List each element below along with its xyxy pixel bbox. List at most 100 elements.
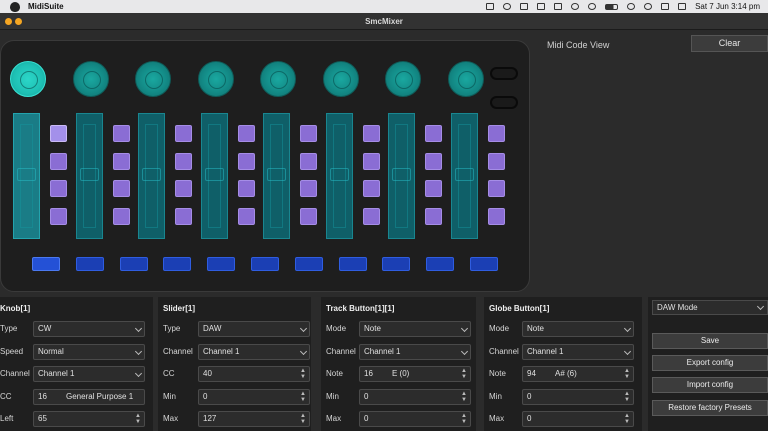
track-max-stepper[interactable]: 0 ▲ ▼ (359, 411, 471, 427)
globe-button-4[interactable] (163, 257, 192, 271)
knob-speed-select[interactable]: Normal (33, 344, 145, 360)
knob-2[interactable] (72, 61, 109, 97)
slider-1[interactable] (13, 113, 40, 239)
side-button-1[interactable] (490, 67, 518, 80)
note-icon[interactable] (503, 3, 512, 10)
knob-channel-select[interactable]: Channel 1 (33, 366, 145, 382)
restore-presets-button[interactable]: Restore factory Presets (652, 400, 768, 416)
knob-left-stepper[interactable]: 65 ▲ ▼ (33, 411, 145, 427)
slider-6[interactable] (325, 113, 353, 239)
slider-thumb[interactable] (454, 168, 474, 181)
globe-button-11[interactable] (470, 257, 498, 271)
control-center-icon[interactable] (678, 3, 687, 10)
pencil-icon[interactable] (537, 3, 546, 10)
track-button-5-4[interactable] (300, 207, 317, 225)
slider-thumb[interactable] (79, 168, 99, 181)
track-button-4-3[interactable] (237, 180, 255, 197)
search-icon[interactable] (644, 3, 653, 10)
track-button-6-1[interactable] (362, 125, 380, 142)
track-button-4-2[interactable] (237, 152, 255, 170)
side-button-2[interactable] (490, 96, 518, 109)
slider-7[interactable] (388, 113, 415, 239)
track-mode-select[interactable]: Note (359, 321, 471, 337)
track-button-1-4[interactable] (50, 207, 67, 225)
track-button-7-3[interactable] (425, 180, 442, 197)
track-button-6-3[interactable] (362, 180, 380, 197)
globe-button-7[interactable] (294, 257, 323, 271)
slider-2[interactable] (75, 113, 103, 239)
slider-cc-stepper[interactable]: 40 ▲ ▼ (198, 366, 310, 382)
track-button-6-4[interactable] (362, 207, 380, 225)
knob-6[interactable] (322, 61, 359, 97)
track-button-6-2[interactable] (362, 152, 380, 170)
track-button-7-1[interactable] (425, 125, 442, 142)
globe-button-10[interactable] (426, 257, 455, 271)
track-min-stepper[interactable]: 0 ▲ ▼ (359, 389, 471, 405)
track-button-2-4[interactable] (112, 207, 130, 225)
track-button-8-1[interactable] (487, 125, 505, 142)
slider-thumb[interactable] (267, 168, 286, 181)
slider-thumb[interactable] (204, 168, 224, 181)
globe-mode-select[interactable]: Note (522, 321, 634, 337)
slider-thumb[interactable] (329, 168, 349, 181)
globe-button-2[interactable] (75, 257, 104, 271)
knob-7[interactable] (385, 61, 421, 97)
track-button-3-1[interactable] (175, 125, 192, 142)
slider-min-stepper[interactable]: 0 ▲ ▼ (198, 389, 310, 405)
track-button-8-3[interactable] (487, 180, 505, 197)
slider-thumb[interactable] (17, 168, 36, 181)
volume-icon[interactable] (520, 3, 529, 10)
menubar-datetime[interactable]: Sat 7 Jun 3:14 pm (695, 2, 760, 11)
track-button-4-4[interactable] (237, 207, 255, 225)
track-button-4-1[interactable] (237, 125, 255, 142)
mode-select[interactable]: DAW Mode (652, 300, 768, 315)
knob-cc-stepper[interactable]: 16 General Purpose 1 (33, 389, 145, 405)
globe-button-5[interactable] (207, 257, 236, 271)
battery-icon[interactable] (605, 3, 619, 10)
wifi-icon[interactable] (627, 3, 636, 10)
track-button-1-2[interactable] (50, 152, 67, 170)
track-button-2-3[interactable] (112, 180, 130, 197)
globe-note-stepper[interactable]: 94 A# (6) ▲ ▼ (522, 366, 634, 382)
window-icon[interactable] (554, 3, 563, 10)
knob-8[interactable] (447, 61, 484, 97)
track-note-stepper[interactable]: 16 E (0) ▲ ▼ (359, 366, 471, 382)
globe-min-stepper[interactable]: 0 ▲ ▼ (522, 389, 634, 405)
track-button-7-4[interactable] (425, 207, 442, 225)
knob-4[interactable] (197, 61, 234, 97)
track-button-3-3[interactable] (175, 180, 192, 197)
slider-channel-select[interactable]: Channel 1 (198, 344, 310, 360)
globe-channel-select[interactable]: Channel 1 (522, 344, 634, 360)
slider-thumb[interactable] (392, 168, 411, 181)
globe-button-9[interactable] (382, 257, 411, 271)
slider-3[interactable] (138, 113, 165, 239)
save-button[interactable]: Save (652, 333, 768, 349)
globe-button-8[interactable] (338, 257, 367, 271)
track-button-8-4[interactable] (487, 207, 505, 225)
bluetooth-icon[interactable] (571, 3, 580, 10)
track-button-7-2[interactable] (425, 152, 442, 170)
display-icon[interactable] (661, 3, 670, 10)
slider-5[interactable] (263, 113, 290, 239)
knob-1[interactable] (10, 61, 46, 97)
apple-icon[interactable] (10, 1, 20, 12)
globe-button-1[interactable] (32, 257, 60, 271)
knob-3[interactable] (135, 61, 171, 97)
track-button-5-3[interactable] (300, 180, 317, 197)
slider-type-select[interactable]: DAW (198, 321, 310, 337)
knob-5[interactable] (260, 61, 296, 97)
cat-icon[interactable] (486, 3, 495, 10)
app-menu-name[interactable]: MidiSuite (28, 2, 64, 11)
globe-button-6[interactable] (251, 257, 279, 271)
track-channel-select[interactable]: Channel 1 (359, 344, 471, 360)
globe-button-3[interactable] (119, 257, 148, 271)
track-button-3-4[interactable] (175, 207, 192, 225)
globe-max-stepper[interactable]: 0 ▲ ▼ (522, 411, 634, 427)
play-icon[interactable] (588, 3, 597, 10)
track-button-5-2[interactable] (300, 152, 317, 170)
clear-button[interactable]: Clear (691, 35, 768, 52)
track-button-1-3[interactable] (50, 180, 67, 197)
slider-max-stepper[interactable]: 127 ▲ ▼ (198, 411, 310, 427)
export-config-button[interactable]: Export config (652, 355, 768, 371)
track-button-1-1[interactable] (50, 125, 67, 142)
